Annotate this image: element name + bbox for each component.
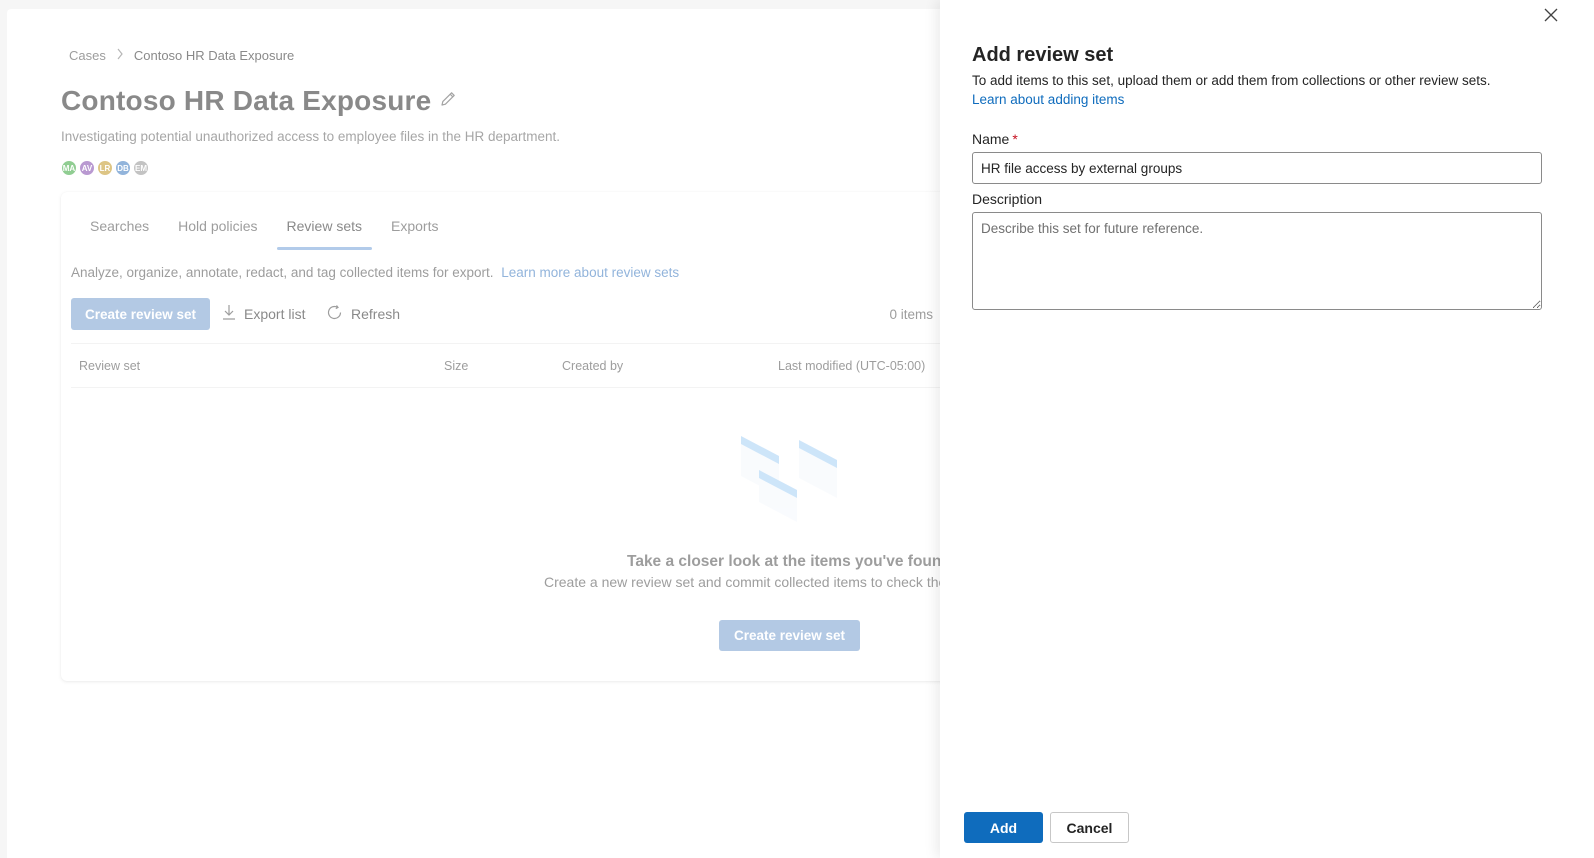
- empty-state-title: Take a closer look at the items you've f…: [627, 553, 951, 570]
- panel-intro: To add items to this set, upload them or…: [972, 73, 1491, 88]
- breadcrumb-current: Contoso HR Data Exposure: [133, 48, 295, 63]
- name-label-text: Name: [972, 131, 1010, 147]
- intro-text: Analyze, organize, annotate, redact, and…: [71, 265, 494, 280]
- refresh-button[interactable]: Refresh: [326, 304, 400, 324]
- avatar[interactable]: DB: [115, 160, 131, 176]
- member-avatars[interactable]: MA AV LR DB EM: [61, 160, 149, 176]
- export-list-button[interactable]: Export list: [222, 304, 305, 323]
- empty-state-subtitle: Create a new review set and commit colle…: [544, 574, 958, 590]
- breadcrumb: Cases Contoso HR Data Exposure: [69, 48, 294, 63]
- column-header-created-by[interactable]: Created by: [562, 359, 623, 373]
- title-row: Contoso HR Data Exposure: [61, 85, 457, 117]
- items-count: 0 items: [889, 307, 933, 322]
- add-button[interactable]: Add: [964, 812, 1043, 843]
- avatar[interactable]: AV: [79, 160, 95, 176]
- close-icon: [1544, 8, 1558, 27]
- column-header-review-set[interactable]: Review set: [79, 359, 140, 373]
- name-input[interactable]: [972, 152, 1542, 184]
- page-title: Contoso HR Data Exposure: [61, 85, 432, 116]
- column-header-last-modified[interactable]: Last modified (UTC-05:00): [778, 359, 925, 373]
- breadcrumb-cases-link[interactable]: Cases: [69, 48, 106, 63]
- download-icon: [222, 304, 236, 323]
- tab-review-sets[interactable]: Review sets: [276, 218, 373, 250]
- name-label: Name *: [972, 131, 1018, 147]
- refresh-label: Refresh: [351, 306, 401, 322]
- create-review-set-button[interactable]: Create review set: [71, 298, 210, 330]
- tab-exports[interactable]: Exports: [381, 218, 448, 248]
- edit-pencil-icon[interactable]: [439, 90, 457, 113]
- description-label: Description: [972, 191, 1043, 207]
- review-sets-intro: Analyze, organize, annotate, redact, and…: [71, 265, 679, 280]
- required-mark: *: [1012, 131, 1018, 147]
- description-textarea[interactable]: [972, 212, 1542, 310]
- export-list-label: Export list: [244, 305, 306, 322]
- column-header-size[interactable]: Size: [444, 359, 468, 373]
- cancel-button[interactable]: Cancel: [1050, 812, 1129, 843]
- tab-hold-policies[interactable]: Hold policies: [168, 218, 267, 248]
- add-review-set-panel: Add review set To add items to this set,…: [940, 0, 1594, 858]
- refresh-icon: [326, 304, 343, 324]
- avatar[interactable]: LR: [97, 160, 113, 176]
- case-description: Investigating potential unauthorized acc…: [61, 129, 561, 144]
- empty-create-review-set-button[interactable]: Create review set: [719, 620, 860, 651]
- tab-searches[interactable]: Searches: [80, 218, 159, 248]
- chevron-right-icon: [116, 48, 124, 63]
- review-sets-card: Searches Hold policies Review sets Expor…: [61, 192, 961, 681]
- panel-title: Add review set: [972, 44, 1114, 66]
- tab-list: Searches Hold policies Review sets Expor…: [80, 218, 457, 250]
- table-header: Review set Size Created by Last modified…: [71, 343, 951, 388]
- avatar[interactable]: EM: [133, 160, 149, 176]
- avatar[interactable]: MA: [61, 160, 77, 176]
- learn-about-adding-items-link[interactable]: Learn about adding items: [972, 92, 1124, 107]
- toolbar: Create review set Export list Refresh 0 …: [71, 298, 936, 330]
- learn-more-link[interactable]: Learn more about review sets: [501, 265, 679, 280]
- close-panel-button[interactable]: [1540, 6, 1562, 28]
- empty-state-illustration: [737, 432, 837, 529]
